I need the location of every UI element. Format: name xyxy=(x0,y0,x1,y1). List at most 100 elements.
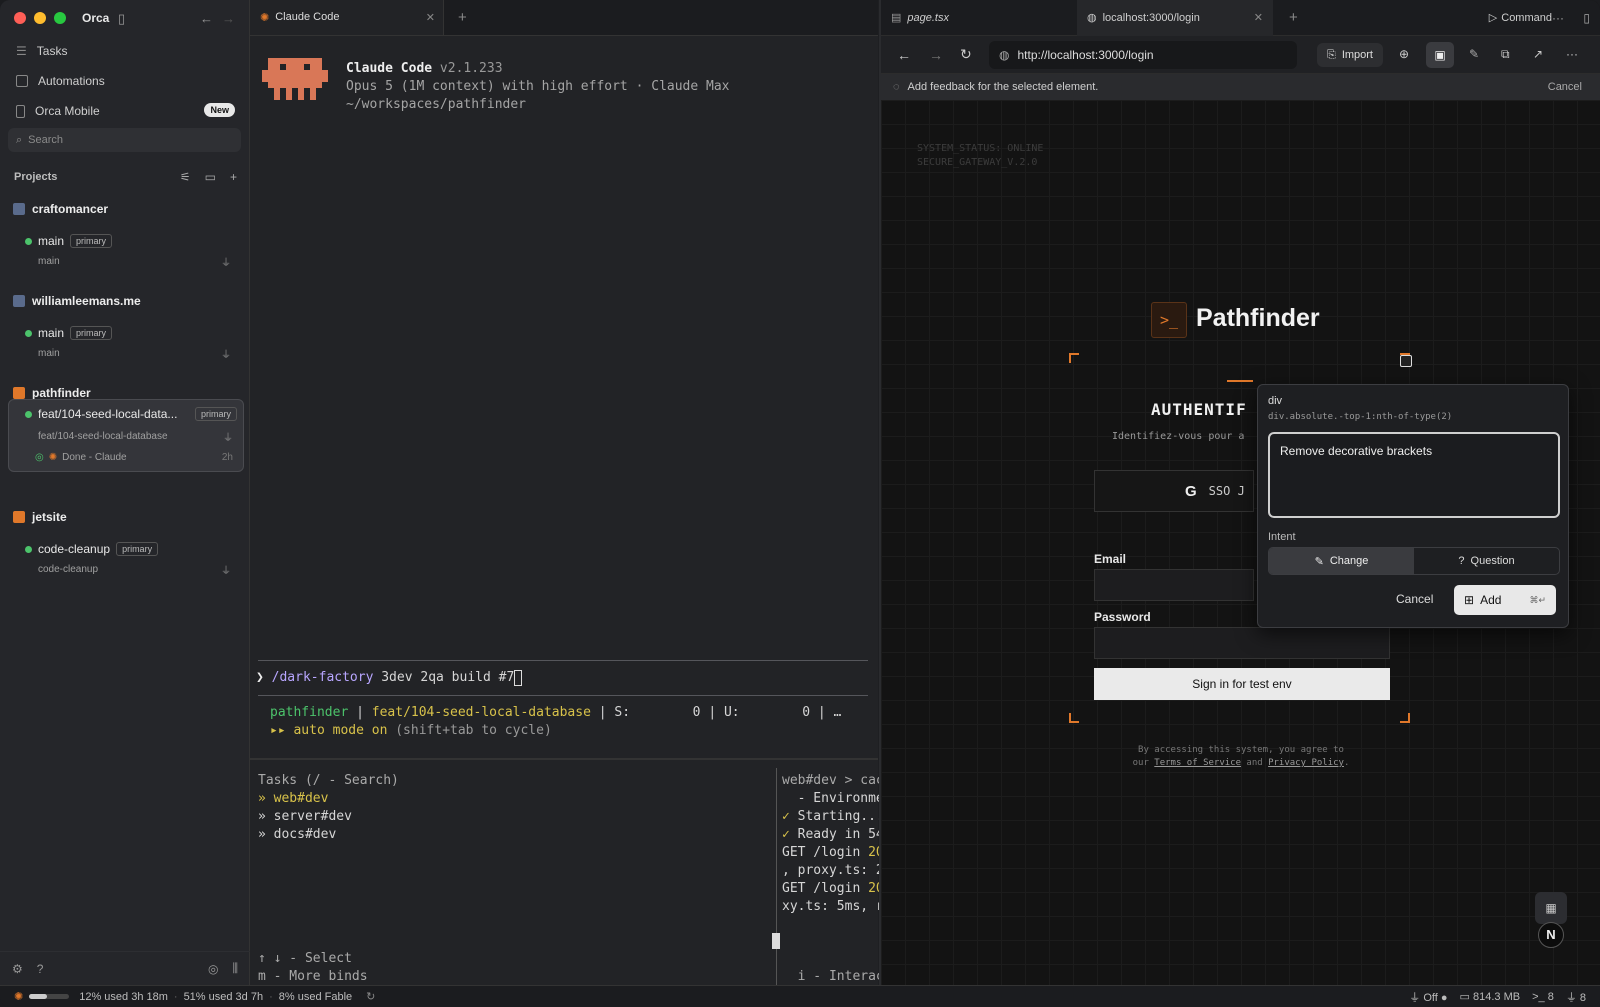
worktree-item[interactable]: main primary xyxy=(0,322,249,344)
primary-badge: primary xyxy=(116,542,159,556)
hint-select: ↑ ↓ - Select xyxy=(258,951,352,966)
sign-in-button[interactable]: Sign in for test env xyxy=(1094,668,1390,700)
project-name: craftomancer xyxy=(32,202,109,216)
import-button[interactable]: ⎘ Import xyxy=(1317,43,1383,67)
close-icon[interactable]: ✕ xyxy=(426,11,435,24)
feedback-text-value: Remove decorative brackets xyxy=(1280,444,1433,458)
back-arrow-icon[interactable]: ← xyxy=(200,11,213,26)
maximize-window-button[interactable] xyxy=(54,12,66,24)
intent-question-button[interactable]: ? Question xyxy=(1414,548,1559,574)
next-devtools-icon[interactable]: N xyxy=(1538,922,1564,948)
crosshair-icon[interactable]: ⊕ xyxy=(1399,47,1409,61)
email-input[interactable] xyxy=(1094,569,1254,601)
popup-cancel-button[interactable]: Cancel xyxy=(1396,592,1433,606)
status-bar: ✺ 12% used 3h 18m · 51% used 3d 7h · 8% … xyxy=(0,985,1600,1007)
url-bar[interactable]: ◍ http://localhost:3000/login xyxy=(989,41,1297,69)
prompt-line[interactable]: ❯ /dark-factory 3dev 2qa build #7 xyxy=(256,669,523,687)
cc-name: Claude Code xyxy=(346,61,433,76)
tab-label: page.tsx xyxy=(907,11,949,24)
plus-icon[interactable]: + xyxy=(230,170,237,184)
nav-automations[interactable]: Automations xyxy=(0,66,249,96)
privacy-link[interactable]: Privacy Policy xyxy=(1268,758,1344,768)
layout-icon[interactable]: ▦ xyxy=(1535,892,1567,924)
close-window-button[interactable] xyxy=(14,12,26,24)
feedback-banner: ◌ Add feedback for the selected element.… xyxy=(881,74,1600,100)
tab-claude-code[interactable]: ✺ Claude Code ✕ xyxy=(250,0,444,35)
pen-icon[interactable]: ✎ xyxy=(1469,47,1479,61)
intent-change-button[interactable]: ✎ Change xyxy=(1269,548,1414,574)
terms-link[interactable]: Terms of Service xyxy=(1154,758,1241,768)
sidebar-toggle-icon[interactable]: ▯ xyxy=(118,11,125,27)
mode-arrows: ▸▸ xyxy=(270,723,294,738)
port-count: ⏚ 8 xyxy=(1565,991,1586,1004)
task-item[interactable]: » server#dev xyxy=(258,808,399,826)
worktree-item[interactable]: feat/104-seed-local-data... primary xyxy=(9,402,243,426)
filter-icon[interactable]: ⚟ xyxy=(180,170,191,184)
task-item[interactable]: » docs#dev xyxy=(258,826,399,844)
columns-icon[interactable]: ⫼ xyxy=(232,961,238,976)
sso-button[interactable]: G SSO J xyxy=(1094,470,1254,512)
forward-arrow-icon[interactable]: → xyxy=(929,47,943,63)
folder-add-icon[interactable]: ▭ xyxy=(205,170,216,184)
more-icon[interactable]: ··· xyxy=(1566,47,1578,61)
plug-icon[interactable]: ⏚ xyxy=(221,562,231,577)
legal-text: By accessing this system, you agree to xyxy=(1138,745,1344,755)
panel-toggle-icon[interactable]: ▯ xyxy=(1583,11,1590,25)
legal-text: our xyxy=(1132,758,1155,768)
refresh-icon[interactable]: ↻ xyxy=(366,990,375,1003)
branch-name: code-cleanup xyxy=(38,542,111,556)
popup-add-button[interactable]: ⊞ Add ⌘↵ xyxy=(1454,585,1556,615)
cc-path: ~/workspaces/pathfinder xyxy=(346,97,527,112)
close-icon[interactable]: ✕ xyxy=(1254,11,1263,24)
worktree-item[interactable]: code-cleanup primary xyxy=(0,538,249,560)
plug-icon[interactable]: ⏚ xyxy=(221,254,231,269)
plug-status[interactable]: ⏚ Off ● xyxy=(1409,989,1447,1005)
project-craftomancer[interactable]: craftomancer xyxy=(0,194,249,224)
prompt-args: 3dev 2qa build #7 xyxy=(373,670,515,685)
intent-label: Intent xyxy=(1268,531,1296,543)
feedback-textarea[interactable]: Remove decorative brackets xyxy=(1268,432,1560,518)
help-icon[interactable]: ? xyxy=(37,962,44,976)
task-item[interactable]: » web#dev xyxy=(258,790,399,808)
selected-element-highlight[interactable] xyxy=(1400,355,1412,367)
reload-icon[interactable]: ↻ xyxy=(960,46,972,63)
mode-label: auto mode on xyxy=(293,723,388,738)
minimize-window-button[interactable] xyxy=(34,12,46,24)
divider xyxy=(258,660,868,661)
shortcut-hint: ⌘↵ xyxy=(1529,594,1546,605)
selected-worktree-card[interactable]: feat/104-seed-local-data... primary feat… xyxy=(8,399,244,472)
nav-tasks[interactable]: ☰ Tasks xyxy=(0,36,249,66)
external-link-icon[interactable]: ↗ xyxy=(1533,47,1543,61)
branch-sub-label: main xyxy=(38,255,60,267)
project-williamleemans[interactable]: williamleemans.me xyxy=(0,286,249,316)
tab-localhost[interactable]: ◍ localhost:3000/login ✕ xyxy=(1077,0,1273,36)
new-tab-plus-icon[interactable]: + xyxy=(458,9,467,26)
sidebar-search[interactable]: ⌕ Search xyxy=(8,128,241,152)
plug-icon[interactable]: ⏚ xyxy=(221,346,231,361)
command-button[interactable]: ▷ Command xyxy=(1489,11,1552,25)
project-jetsite[interactable]: jetsite xyxy=(0,502,249,532)
new-tab-plus-icon[interactable]: + xyxy=(1289,9,1298,26)
branch-sub-label: main xyxy=(38,347,60,359)
feedback-cancel-button[interactable]: Cancel xyxy=(1548,81,1582,93)
target-icon[interactable]: ◎ xyxy=(208,962,218,976)
worktree-item[interactable]: main primary xyxy=(0,230,249,252)
settings-icon[interactable]: ⚙ xyxy=(12,962,23,976)
password-input[interactable] xyxy=(1094,627,1390,659)
back-arrow-icon[interactable]: ← xyxy=(897,47,911,63)
new-badge: New xyxy=(204,103,235,117)
comment-icon[interactable]: ▣ xyxy=(1426,42,1454,68)
globe-icon: ◍ xyxy=(999,48,1010,62)
pane-split[interactable] xyxy=(776,768,777,986)
nav-orca-mobile[interactable]: Orca Mobile New xyxy=(0,96,249,126)
forward-arrow-icon[interactable]: → xyxy=(222,11,235,26)
tab-page-tsx[interactable]: ▤ page.tsx xyxy=(881,0,1077,36)
plug-icon[interactable]: ⏚ xyxy=(223,429,233,444)
projects-label: Projects xyxy=(14,171,58,183)
usage-bar xyxy=(29,994,70,999)
usage-weekly: 51% used 3d 7h xyxy=(183,990,264,1003)
more-icon[interactable]: ··· xyxy=(1552,11,1564,25)
code-icon[interactable]: ⧉ xyxy=(1501,47,1510,62)
page-viewport[interactable]: SYSTEM_STATUS: ONLINE SECURE_GATEWAY_V.2… xyxy=(881,100,1600,985)
prompt-symbol: ❯ xyxy=(256,670,264,685)
